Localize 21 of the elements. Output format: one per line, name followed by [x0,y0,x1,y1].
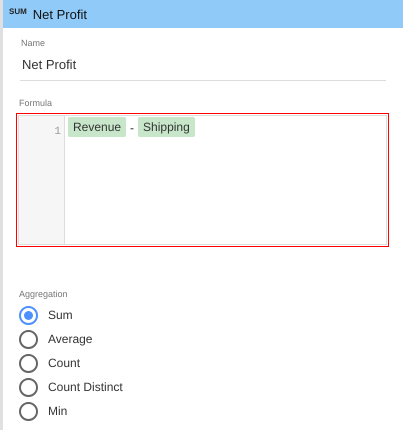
aggregation-label: SUM [9,7,27,16]
operator: - [130,121,134,135]
radio-button[interactable] [19,354,38,372]
radio-label: Count [48,356,80,370]
radio-label: Min [48,404,68,418]
radio-button[interactable] [19,402,38,420]
name-input-field[interactable]: Net Profit [20,48,386,81]
radio-label: Average [48,332,92,346]
radio-button[interactable] [19,378,38,396]
field-chip[interactable]: Shipping [138,117,195,137]
radio-label: Sum [48,308,73,322]
line-number: 1 [54,126,61,138]
field-chip[interactable]: Revenue [68,117,126,137]
radio-label: Count Distinct [48,380,123,394]
radio-button[interactable] [19,330,38,348]
formula-editor[interactable]: 1 Revenue - Shipping [16,113,389,247]
field-label: Aggregation [19,289,68,299]
panel-title: Net Profit [32,6,87,22]
field-label: Name [21,38,46,48]
radio-button[interactable] [19,306,38,324]
field-label: Formula [19,98,52,108]
